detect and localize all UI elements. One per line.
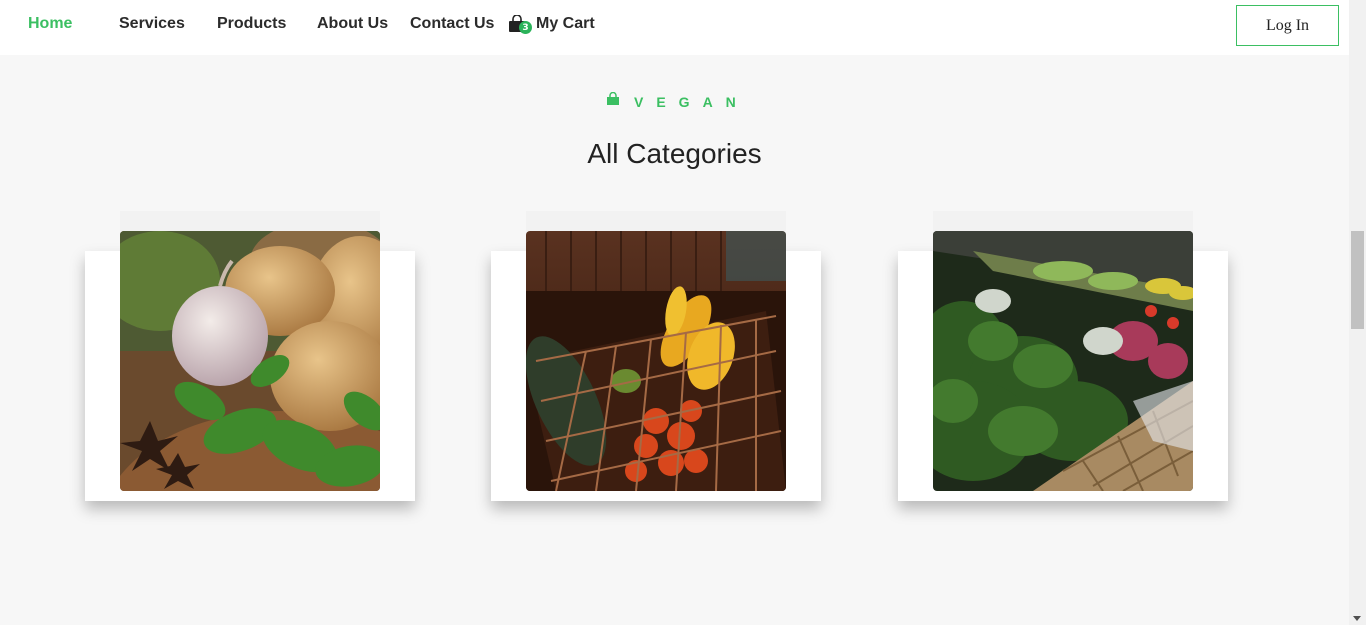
card-top-strip	[120, 211, 380, 231]
category-card-3[interactable]	[898, 211, 1243, 511]
section-title: All Categories	[587, 138, 762, 169]
eyebrow-text: VEGAN	[634, 93, 749, 110]
shopping-bag-icon	[606, 91, 620, 111]
nav-products[interactable]: Products	[217, 15, 286, 33]
category-card-2[interactable]	[491, 211, 836, 511]
category-image[interactable]	[120, 231, 380, 491]
shopping-bag-icon: 3	[508, 14, 532, 34]
nav-about-us[interactable]: About Us	[317, 15, 388, 33]
nav-home[interactable]: Home	[28, 15, 72, 33]
nav-services[interactable]: Services	[119, 15, 185, 33]
category-image[interactable]	[933, 231, 1193, 491]
top-navbar: Home Services Products About Us Contact …	[0, 0, 1349, 55]
card-top-strip	[526, 211, 786, 231]
category-image[interactable]	[526, 231, 786, 491]
nav-contact-us[interactable]: Contact Us	[410, 15, 494, 33]
cart-count-badge: 3	[519, 21, 532, 34]
page-scrollbar[interactable]	[1349, 0, 1366, 625]
section-eyebrow: VEGAN	[606, 91, 749, 111]
nav-my-cart[interactable]: 3 My Cart	[508, 14, 595, 34]
card-top-strip	[933, 211, 1193, 231]
scrollbar-thumb[interactable]	[1351, 231, 1364, 329]
category-card-1[interactable]	[85, 211, 430, 511]
login-button[interactable]: Log In	[1236, 5, 1339, 46]
scroll-down-arrow-icon[interactable]	[1353, 616, 1361, 621]
cart-label: My Cart	[536, 15, 595, 32]
